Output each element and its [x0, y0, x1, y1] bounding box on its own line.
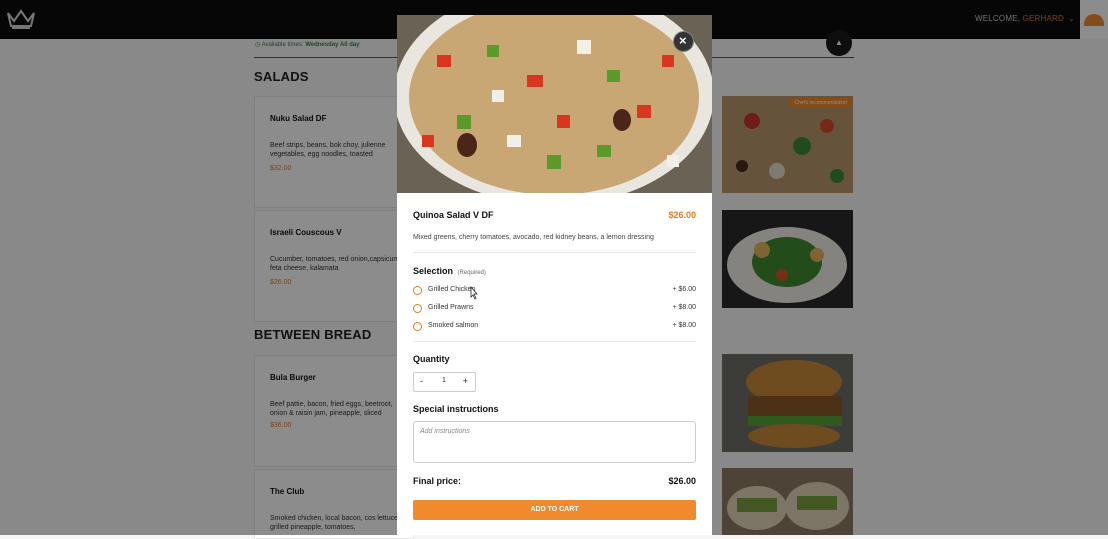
- item-description: Mixed greens, cherry tomatoes, avocado, …: [413, 234, 654, 241]
- option-price: + $8.00: [672, 304, 696, 311]
- add-to-cart-button[interactable]: ADD TO CART: [413, 500, 696, 520]
- item-price: $26.00: [668, 210, 696, 220]
- selection-label: Selection: [413, 266, 454, 276]
- radio-button[interactable]: [413, 322, 422, 331]
- final-price-value: $26.00: [668, 476, 696, 486]
- quantity-value[interactable]: 1: [442, 377, 446, 384]
- option-price: + $8.00: [672, 322, 696, 329]
- item-modal: × Quinoa Salad V DF $26.00 Mixed greens,…: [397, 15, 712, 535]
- option-grilled-chicken[interactable]: Grilled Chicken + $6.00: [413, 285, 696, 297]
- increase-button[interactable]: +: [463, 376, 468, 386]
- item-title: Quinoa Salad V DF: [413, 210, 494, 220]
- option-label: Grilled Chicken: [428, 286, 476, 293]
- selection-title: Selection (Required): [413, 266, 486, 276]
- divider: [413, 252, 696, 253]
- radio-button[interactable]: [413, 304, 422, 313]
- option-grilled-prawns[interactable]: Grilled Prawns + $8.00: [413, 303, 696, 315]
- final-price-label: Final price:: [413, 476, 462, 486]
- special-instructions-title: Special instructions: [413, 404, 499, 414]
- decrease-button[interactable]: -: [420, 376, 423, 386]
- mouse-cursor-icon: [470, 286, 478, 300]
- option-label: Grilled Prawns: [428, 304, 474, 311]
- close-icon: ×: [679, 33, 687, 48]
- option-label: Smoked salmon: [428, 322, 479, 329]
- divider: [413, 341, 696, 342]
- special-instructions-input[interactable]: [413, 421, 696, 463]
- required-note: (Required): [457, 270, 486, 276]
- hero-image: [397, 15, 712, 193]
- option-smoked-salmon[interactable]: Smoked salmon + $8.00: [413, 321, 696, 333]
- close-button[interactable]: ×: [673, 31, 694, 52]
- quinoa-salad-photo: [397, 15, 712, 193]
- radio-button[interactable]: [413, 286, 422, 295]
- option-price: + $6.00: [672, 286, 696, 293]
- quantity-stepper: - 1 +: [413, 372, 476, 392]
- quantity-title: Quantity: [413, 354, 450, 364]
